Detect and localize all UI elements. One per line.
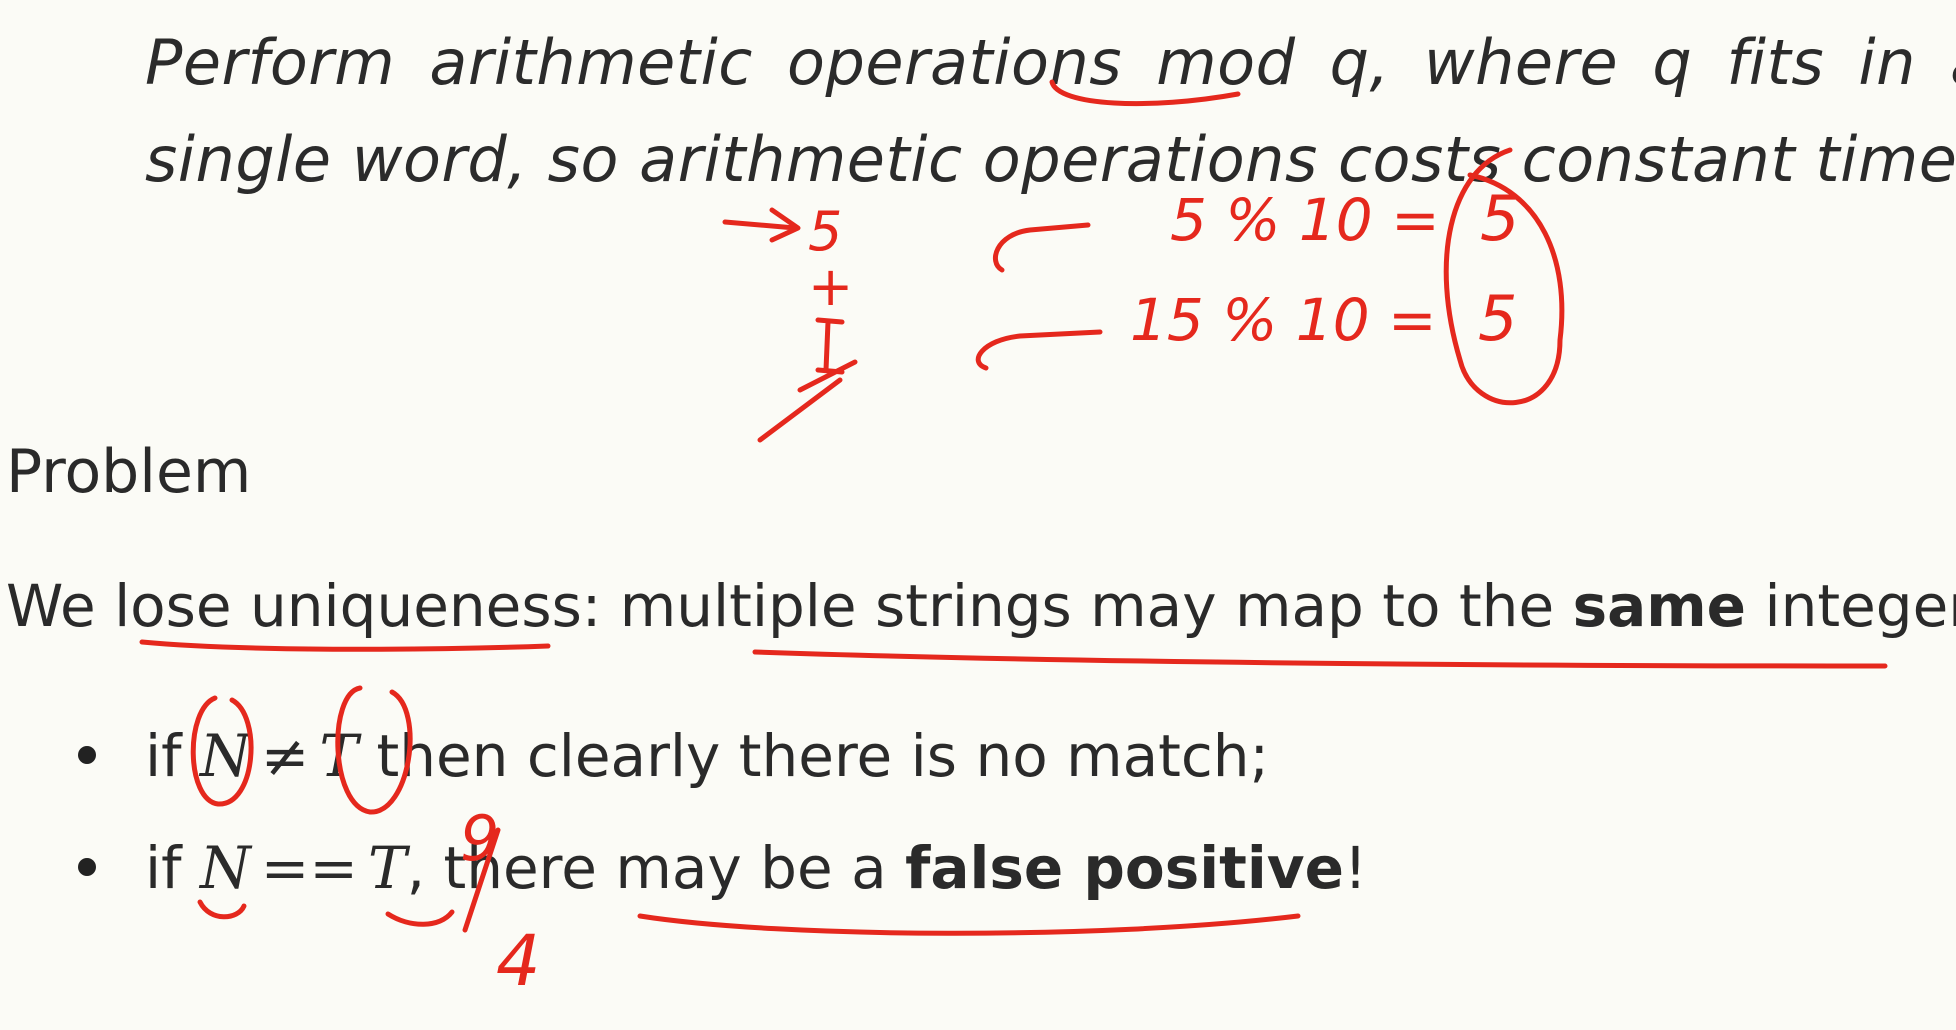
statement-text-1: We lose uniqueness: multiple strings may… [6,572,1573,640]
bullet-1-prefix: if [145,722,200,790]
bullet-2-var-n: N [199,834,251,902]
bullet-2-prefix: if [145,834,200,902]
bullet-item-1: if N ≠ T then clearly there is no match; [70,720,1367,832]
bullet-2-suffix: ! [1343,834,1368,902]
bullet-dot-icon [78,858,96,876]
bullet-2-bold: false positive [905,834,1344,902]
intro-line-1: Perform arithmetic operations mod q, whe… [145,26,1956,99]
bullet-2-middle: , there may be a [406,834,906,902]
annotation-five: 5 [808,200,842,263]
statement-bold: same [1572,572,1747,640]
arrow-to-five [722,207,801,243]
problem-heading: Problem [6,437,252,507]
bullet-1-var-t: T [319,722,359,790]
bullet-dot-icon [78,746,96,764]
bullet-list: if N ≠ T then clearly there is no match; i… [70,720,1367,944]
lecture-slide: Perform arithmetic operations mod q, whe… [0,0,1956,1030]
annotation-plus: + [808,255,853,318]
bullet-1-var-n: N [199,722,251,790]
underline-lose-uniqueness [139,639,551,652]
annotation-calc-2: 15 % 10 = [1130,286,1437,354]
intro-line-2: single word, so arithmetic operations co… [145,123,1956,196]
bullet-1-operator: ≠ [260,722,310,790]
problem-statement: We lose uniqueness: multiple strings may… [6,570,1956,642]
bullet-item-2: if N == T, there may be a false positive! [70,832,1367,944]
bullet-2-var-t: T [367,834,407,902]
statement-text-2: integer. [1764,572,1956,640]
bullet-1-suffix: then clearly there is no match; [358,722,1270,790]
underline-statement [752,649,1888,669]
arrow-left-1 [992,222,1091,273]
bullet-2-operator: == [260,834,358,902]
stacked-marks [757,317,858,443]
arrow-left-2 [975,329,1103,371]
intro-paragraph: Perform arithmetic operations mod q, whe… [145,14,1956,208]
annotation-result-2: 5 [1478,282,1517,355]
